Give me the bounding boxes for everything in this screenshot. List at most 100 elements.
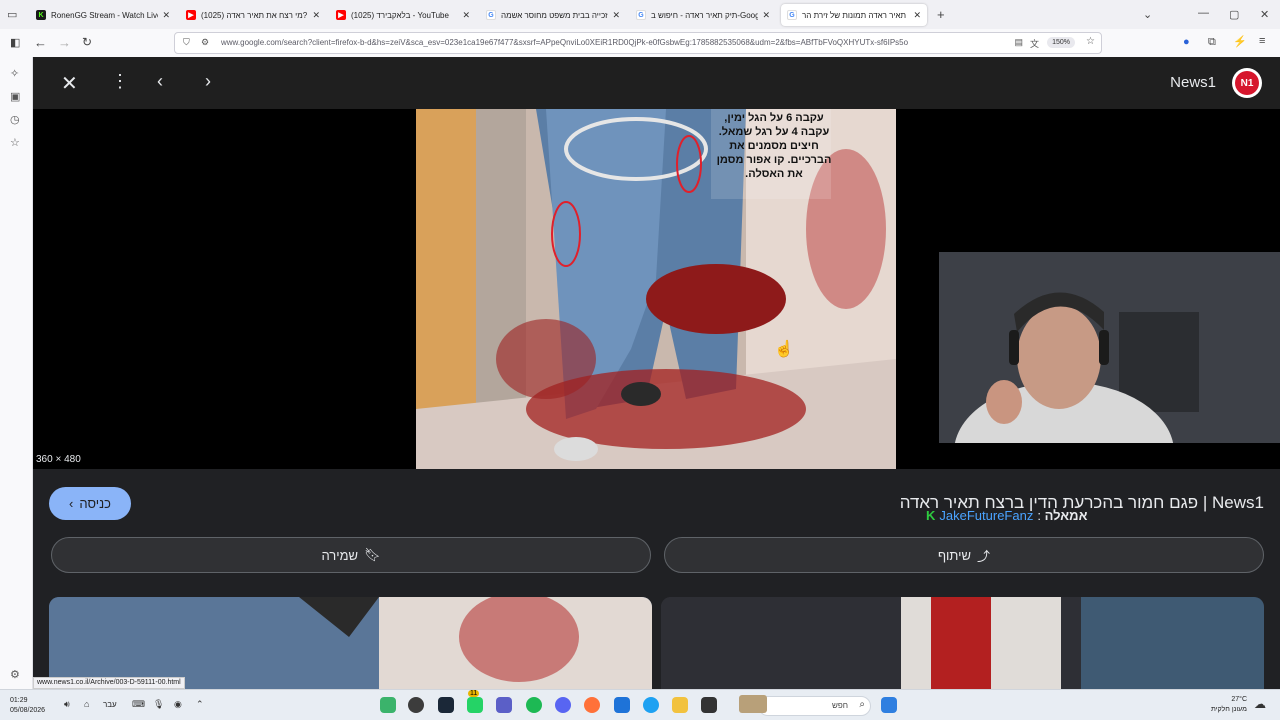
tab-list-icon[interactable]: ▭ (7, 8, 17, 21)
back-icon[interactable]: ← (34, 35, 47, 50)
link-status-url: www.news1.co.il/Archive/003-D-59111-00.h… (33, 677, 185, 689)
file-explorer-icon[interactable] (672, 697, 688, 713)
save-button[interactable]: שמירה 🔖︎ (51, 537, 651, 573)
steam-icon[interactable] (438, 697, 454, 713)
synced-tabs-icon[interactable]: ▣ (10, 90, 20, 103)
close-tab-icon[interactable]: ✕ (612, 10, 620, 21)
extensions-icon[interactable]: ⧉ (1208, 36, 1216, 49)
customize-sidebar-icon[interactable]: ⚙ (10, 668, 20, 681)
hand-cursor-icon: ☝ (774, 341, 794, 358)
image-title[interactable]: News1 | פגם חמור בהכרעת הדין ברצח תאיר ר… (900, 493, 1264, 513)
sidebar-toggle-icon[interactable]: ◧ (10, 36, 20, 49)
input-language[interactable]: עבר (103, 700, 117, 709)
camera-icon[interactable]: ◉ (174, 699, 182, 710)
tab-google-acquittal[interactable]: G זכייה בבית משפט מחוסר אשמה ✕ (480, 4, 626, 26)
tab-google-images-active[interactable]: G תאיר ראדה תמונות של זירת הר ✕ (781, 4, 927, 26)
close-icon[interactable]: ✕ (61, 71, 78, 96)
tab-youtube-1[interactable]: ▶ (1025) מי רצח את תאיר ראדה? ✕ (180, 4, 326, 26)
search-highlight-icon (739, 695, 767, 713)
spotify-icon[interactable] (526, 697, 542, 713)
address-bar[interactable]: ⛉ ⚙ www.google.com/search?client=firefox… (174, 32, 1102, 54)
tab-google-case[interactable]: G תיק תאיר ראדה - חיפוש ב-Google ✕ (630, 4, 776, 26)
keyboard-icon[interactable]: ⌨ (132, 699, 145, 710)
close-tab-icon[interactable]: ✕ (462, 10, 470, 21)
related-image-thumbnail[interactable] (661, 597, 1264, 689)
related-image-thumbnail[interactable] (49, 597, 652, 689)
streamer-webcam (939, 252, 1280, 443)
maximize-icon[interactable]: ▢ (1229, 8, 1239, 21)
site-info-icon[interactable]: ⚙ (201, 37, 209, 48)
more-options-icon[interactable]: ⋮ (111, 71, 129, 92)
weather-widget[interactable]: 27°C מעונן חלקית (1211, 695, 1247, 715)
translate-icon[interactable]: 文 (1030, 37, 1039, 50)
image-overlay-text: עקבה 6 על הגל ימין, עקבה 4 על רגל שמאל. … (716, 112, 832, 180)
google-icon: G (636, 10, 646, 20)
tab-strip: ▭ K RonenGG Stream - Watch Live o ✕ ▶ (1… (0, 0, 1280, 29)
zoom-level[interactable]: 150% (1047, 37, 1075, 48)
tab-kick-stream[interactable]: K RonenGG Stream - Watch Live o ✕ (30, 4, 176, 26)
app-icon[interactable] (380, 697, 396, 713)
whatsapp-icon[interactable]: 11 (467, 690, 483, 713)
close-tab-icon[interactable]: ✕ (312, 10, 320, 21)
minimize-icon[interactable]: — (1198, 7, 1209, 19)
network-icon[interactable]: ⌂ (84, 699, 89, 709)
close-window-icon[interactable]: ✕ (1260, 8, 1269, 21)
visit-button[interactable]: ‹ כניסה (49, 487, 131, 520)
microphone-icon[interactable]: 🎙︎ (153, 699, 164, 710)
main-image[interactable]: עקבה 6 על הגל ימין, עקבה 4 על רגל שמאל. … (416, 109, 896, 469)
bookmark-star-icon[interactable]: ☆ (1086, 36, 1095, 47)
ai-chat-icon[interactable]: ✧ (10, 67, 19, 80)
kick-icon: K (36, 10, 46, 20)
teams-icon[interactable] (496, 697, 512, 713)
close-tab-icon[interactable]: ✕ (762, 10, 770, 21)
webcam-video (939, 252, 1280, 443)
google-icon: G (486, 10, 496, 20)
tab-youtube-2[interactable]: ▶ (1025) בלאקבירד - YouTube ✕ (330, 4, 476, 26)
new-tab-icon[interactable]: + (937, 7, 945, 22)
edge-icon[interactable] (643, 697, 659, 713)
taskbar-search[interactable]: חפש ⌕ (739, 695, 871, 716)
thumbnail-image (661, 597, 1264, 689)
viewer-toolbar: ✕ ⋮ ‹ › News1 N1 (33, 57, 1280, 109)
search-icon: ⌕ (859, 699, 865, 710)
terminal-icon[interactable] (701, 697, 717, 713)
image-stage: עקבה 6 על הגל ימין, עקבה 4 על רגל שמאל. … (33, 109, 1280, 469)
navigation-toolbar: ◧ ← → ↻ ⛉ ⚙ www.google.com/search?client… (0, 29, 1280, 57)
close-tab-icon[interactable]: ✕ (162, 10, 170, 21)
chevron-left-icon: ‹ (69, 496, 74, 511)
source-logo[interactable]: N1 (1232, 68, 1262, 98)
extension-icon[interactable]: ⚡ (1233, 35, 1247, 48)
bookmark-icon: 🔖︎ (364, 547, 381, 562)
image-dimensions: 360 × 480 (36, 454, 81, 465)
obs-icon[interactable] (408, 697, 424, 713)
start-button[interactable] (881, 697, 897, 713)
windows-taskbar: 01:29 05/08/2026 🔊︎ ⌂ עבר ⌨ 🎙︎ ◉ ⌃ 11 חפ… (0, 689, 1280, 720)
shield-icon[interactable]: ⛉ (183, 37, 190, 48)
system-clock[interactable]: 01:29 05/08/2026 (10, 696, 45, 716)
volume-icon[interactable]: 🔊︎ (64, 699, 70, 710)
discord-icon[interactable] (555, 697, 571, 713)
reader-view-icon[interactable]: ▤ (1014, 37, 1023, 48)
share-icon: ⤴ (977, 548, 991, 564)
weather-cloud-icon[interactable]: ☁ (1254, 697, 1266, 711)
image-viewer-panel: ✕ ⋮ ‹ › News1 N1 עקבה 6 על הגל ימין, עקב… (33, 57, 1280, 689)
show-hidden-icons-icon[interactable]: ⌃ (196, 699, 204, 710)
thumbnail-image (49, 597, 652, 689)
google-icon: G (787, 10, 797, 20)
list-all-tabs-icon[interactable]: ⌄ (1143, 8, 1152, 21)
next-image-icon[interactable]: › (205, 71, 211, 92)
source-name[interactable]: News1 (1170, 74, 1216, 91)
bookmarks-icon[interactable]: ☆ (10, 136, 20, 149)
youtube-icon: ▶ (186, 10, 196, 20)
reload-icon[interactable]: ↻ (82, 35, 92, 49)
history-icon[interactable]: ◷ (10, 113, 20, 126)
share-button[interactable]: שיתוף ⤴ (664, 537, 1264, 573)
menu-icon[interactable]: ≡ (1259, 35, 1265, 47)
store-icon[interactable] (614, 697, 630, 713)
url-text[interactable]: www.google.com/search?client=firefox-b-d… (221, 38, 1011, 47)
close-tab-icon[interactable]: ✕ (913, 10, 921, 21)
forward-icon[interactable]: → (58, 35, 71, 50)
previous-image-icon[interactable]: ‹ (157, 71, 163, 92)
account-icon[interactable]: ● (1183, 36, 1190, 48)
firefox-icon[interactable] (584, 697, 600, 713)
